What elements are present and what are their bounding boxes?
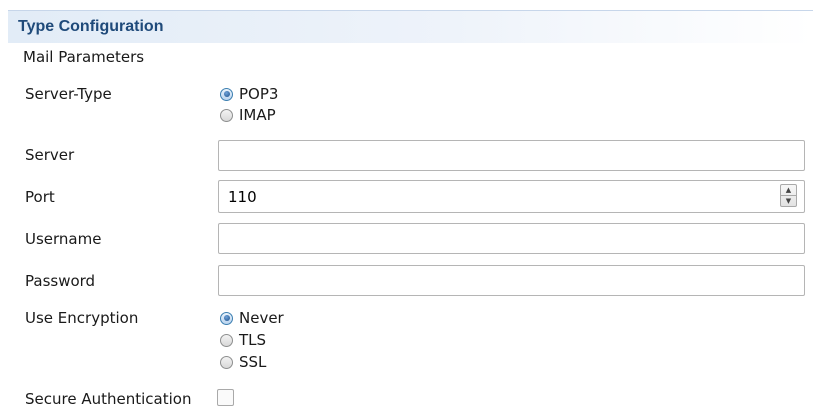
- username-label: Username: [25, 230, 102, 248]
- port-label: Port: [25, 188, 55, 206]
- radio-unselected-icon[interactable]: [220, 355, 233, 369]
- username-input[interactable]: [218, 223, 805, 254]
- port-input[interactable]: [218, 180, 805, 213]
- radio-unselected-icon[interactable]: [220, 333, 233, 347]
- password-input[interactable]: [218, 265, 805, 296]
- group-title: Mail Parameters: [23, 48, 145, 66]
- password-label: Password: [25, 272, 96, 290]
- encryption-label: Use Encryption: [25, 309, 139, 327]
- radio-selected-icon[interactable]: [220, 87, 233, 101]
- radio-imap-label: IMAP: [239, 106, 276, 124]
- secure-auth-checkbox[interactable]: [217, 389, 234, 406]
- radio-tls[interactable]: TLS: [220, 330, 266, 350]
- server-input[interactable]: [218, 140, 805, 171]
- radio-never-label: Never: [239, 309, 284, 327]
- radio-pop3[interactable]: POP3: [220, 84, 278, 104]
- radio-unselected-icon[interactable]: [220, 108, 233, 122]
- radio-ssl-label: SSL: [239, 353, 267, 371]
- server-label: Server: [25, 146, 75, 164]
- spinner-down-icon[interactable]: ▼: [781, 196, 796, 206]
- radio-ssl[interactable]: SSL: [220, 352, 266, 372]
- secure-auth-label: Secure Authentication: [25, 390, 192, 408]
- radio-tls-label: TLS: [239, 331, 267, 349]
- radio-selected-icon[interactable]: [220, 311, 233, 325]
- radio-pop3-label: POP3: [239, 85, 279, 103]
- radio-imap[interactable]: IMAP: [220, 105, 276, 125]
- radio-never[interactable]: Never: [220, 308, 284, 328]
- port-field: ▲ ▼: [218, 180, 805, 213]
- spinner-up-icon[interactable]: ▲: [781, 185, 796, 196]
- server-type-label: Server-Type: [25, 85, 112, 103]
- port-spinner[interactable]: ▲ ▼: [780, 184, 797, 207]
- section-title: Type Configuration: [18, 18, 164, 35]
